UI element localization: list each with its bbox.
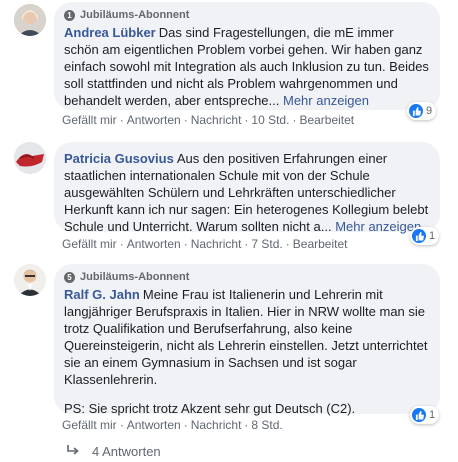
avatar[interactable] bbox=[14, 264, 46, 296]
reaction-number: 1 bbox=[429, 409, 436, 421]
edited-label: Bearbeitet bbox=[292, 237, 348, 251]
comment-ps: PS: Sie spricht trotz Akzent sehr gut De… bbox=[64, 401, 356, 416]
reply-arrow-icon bbox=[66, 443, 80, 459]
badge-icon: 1 bbox=[64, 9, 75, 21]
badge-label: Jubiläums-Abonnent bbox=[80, 271, 190, 283]
badge-label: Jubiläums-Abonnent bbox=[80, 9, 190, 21]
reaction-count[interactable]: 9 bbox=[407, 102, 437, 120]
reaction-number: 1 bbox=[429, 230, 436, 242]
like-button[interactable]: Gefällt mir bbox=[62, 113, 117, 127]
like-icon bbox=[409, 104, 423, 118]
badge-icon: 5 bbox=[64, 271, 75, 283]
like-button[interactable]: Gefällt mir bbox=[62, 418, 117, 432]
view-replies-link[interactable]: 4 Antworten bbox=[66, 443, 161, 459]
comment-text: Meine Frau ist Italienerin und Lehrerin … bbox=[64, 287, 428, 387]
reply-button[interactable]: Antworten bbox=[127, 113, 181, 127]
reaction-count[interactable]: 1 bbox=[410, 227, 440, 245]
message-button[interactable]: Nachricht bbox=[191, 237, 242, 251]
comment-actions: Gefällt mir · Antworten · Nachricht · 10 Std. ·… bbox=[62, 113, 355, 127]
like-button[interactable]: Gefällt mir bbox=[62, 237, 117, 251]
message-button[interactable]: Nachricht bbox=[191, 418, 242, 432]
like-icon bbox=[412, 229, 426, 243]
reply-button[interactable]: Antworten bbox=[127, 237, 181, 251]
author-name[interactable]: Ralf G. Jahn bbox=[64, 287, 140, 302]
show-more-link[interactable]: Mehr anzeigen bbox=[335, 219, 421, 234]
comment-bubble: 1 Jubiläums-Abonnent Andrea Lübker Das si… bbox=[54, 2, 440, 110]
author-name[interactable]: Patricia Gusovius bbox=[64, 151, 174, 166]
avatar[interactable] bbox=[14, 142, 46, 174]
reaction-count[interactable]: 1 bbox=[410, 406, 440, 424]
comment-text-block: Ralf G. Jahn Meine Frau ist Italienerin u… bbox=[64, 286, 430, 388]
reaction-number: 9 bbox=[426, 105, 433, 117]
badge: 5 Jubiläums-Abonnent bbox=[64, 270, 430, 284]
badge: 1 Jubiläums-Abonnent bbox=[64, 8, 430, 22]
author-name[interactable]: Andrea Lübker bbox=[64, 25, 156, 40]
replies-label: 4 Antworten bbox=[92, 443, 161, 459]
comment-actions: Gefällt mir · Antworten · Nachricht · 8 Std. bbox=[62, 418, 283, 432]
comment-text-block: Patricia Gusovius Aus den positiven Erfah… bbox=[64, 150, 430, 235]
reply-button[interactable]: Antworten bbox=[127, 418, 181, 432]
like-icon bbox=[412, 408, 426, 422]
comment-bubble: Patricia Gusovius Aus den positiven Erfah… bbox=[54, 142, 440, 235]
edited-label: Bearbeitet bbox=[299, 113, 355, 127]
avatar[interactable] bbox=[14, 4, 46, 36]
timestamp[interactable]: 8 Std. bbox=[251, 418, 282, 432]
timestamp[interactable]: 7 Std. bbox=[251, 237, 282, 251]
timestamp[interactable]: 10 Std. bbox=[251, 113, 289, 127]
show-more-link[interactable]: Mehr anzeigen bbox=[283, 93, 369, 108]
comment-bubble: 5 Jubiläums-Abonnent Ralf G. Jahn Meine F… bbox=[54, 264, 440, 416]
comment-actions: Gefällt mir · Antworten · Nachricht · 7 Std. · B… bbox=[62, 237, 348, 251]
comment-text-block: Andrea Lübker Das sind Fragestellungen, d… bbox=[64, 24, 430, 109]
message-button[interactable]: Nachricht bbox=[191, 113, 242, 127]
